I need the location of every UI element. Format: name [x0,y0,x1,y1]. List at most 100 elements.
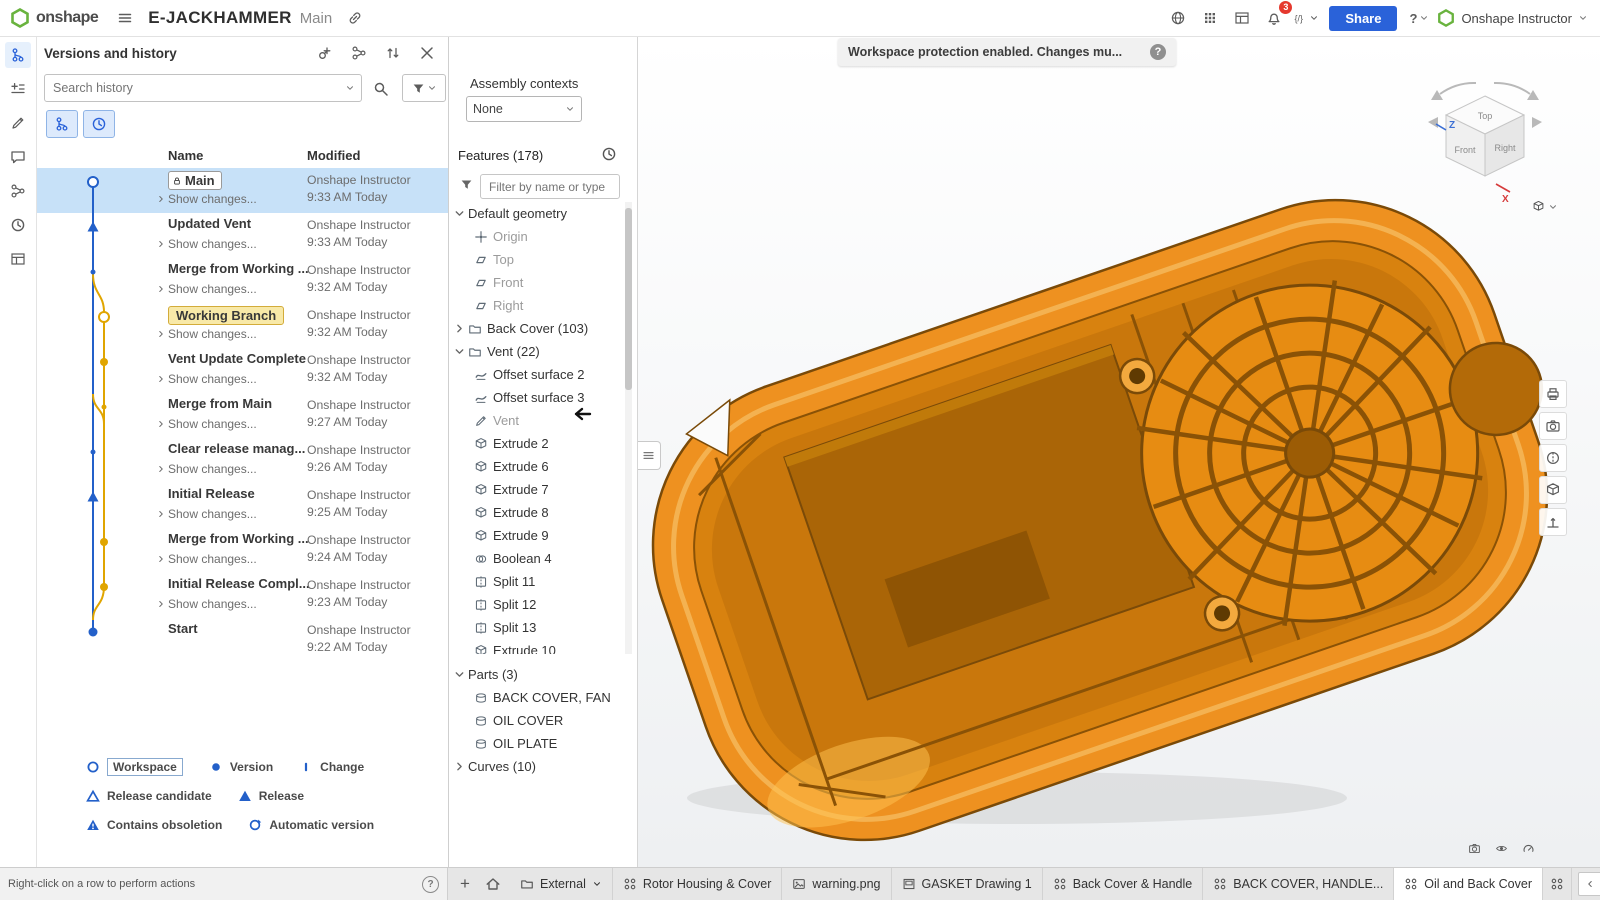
version-row[interactable]: Initial Release Compl...Show changes...O… [36,573,448,618]
app-grid-icon[interactable] [1197,5,1223,31]
user-menu-caret-icon[interactable] [1578,13,1588,23]
search-button[interactable] [368,76,394,102]
feature-item[interactable]: Extrude 10 [448,639,624,654]
eye-icon[interactable] [1491,838,1511,858]
create-branch-icon[interactable] [346,40,372,66]
view-cube-menu-button[interactable] [1532,200,1558,213]
feature-item[interactable]: Offset surface 2 [448,363,624,386]
feature-item[interactable]: Extrude 6 [448,455,624,478]
feature-item[interactable]: Top [448,248,624,271]
graphics-viewport[interactable]: Workspace protection enabled. Changes mu… [637,36,1600,868]
feature-item[interactable]: Extrude 9 [448,524,624,547]
show-auto-versions-toggle[interactable] [83,110,115,138]
overflow-tab[interactable] [1543,868,1572,900]
edit-icon[interactable] [5,110,31,136]
featurescript-icon[interactable] [1293,5,1319,31]
feature-item[interactable]: Offset surface 3 [448,386,624,409]
create-version-icon[interactable] [312,40,338,66]
tab-gasket-drawing-1[interactable]: GASKET Drawing 1 [892,868,1043,900]
feature-item[interactable]: Extrude 7 [448,478,624,501]
tab-warning-png[interactable]: warning.png [782,868,891,900]
version-row[interactable]: StartOnshape Instructor9:22 AM Today [36,618,448,663]
version-row[interactable]: Vent Update CompleteShow changes...Onsha… [36,348,448,393]
show-changes-link[interactable]: Show changes... [156,327,257,341]
version-row[interactable]: Clear release manag...Show changes...Ons… [36,438,448,483]
assembly-context-select[interactable]: None [466,96,582,122]
show-changes-link[interactable]: Show changes... [156,597,257,611]
show-branches-toggle[interactable] [46,110,78,138]
status-help-icon[interactable]: ? [422,876,439,893]
insert-new-item-icon[interactable] [5,76,31,102]
version-row[interactable]: Initial ReleaseShow changes...Onshape In… [36,483,448,528]
search-history-input[interactable] [51,80,345,96]
copy-link-icon[interactable] [342,5,368,31]
search-dropdown-caret-icon[interactable] [345,83,355,93]
user-name[interactable]: Onshape Instructor [1461,11,1572,26]
isometric-view-icon[interactable] [1539,476,1567,504]
new-tab-button[interactable]: + [452,871,478,897]
feature-item[interactable]: Right [448,294,624,317]
tabs-scroll-left-button[interactable] [1578,872,1600,896]
print-3d-icon[interactable] [1539,380,1567,408]
feature-item[interactable]: Split 13 [448,616,624,639]
feature-item[interactable]: Vent (22) [448,340,624,363]
learning-center-icon[interactable] [1165,5,1191,31]
view-cube[interactable]: Top Front Right Z X [1410,78,1560,218]
search-history-field[interactable] [44,74,362,102]
camera-icon[interactable] [1464,838,1484,858]
gauge-icon[interactable] [1518,838,1538,858]
tab-rotor-housing-cover[interactable]: Rotor Housing & Cover [613,868,783,900]
history-icon[interactable] [5,212,31,238]
versions-history-icon[interactable] [5,42,31,68]
home-tab-button[interactable] [480,871,506,897]
part-item[interactable]: OIL PLATE [448,732,628,755]
scrollbar-thumb[interactable] [625,208,632,390]
feature-tree-scrollbar[interactable] [625,202,632,654]
feature-item[interactable]: Boolean 4 [448,547,624,570]
tab-back-cover-handle-[interactable]: BACK COVER, HANDLE... [1203,868,1394,900]
feature-item[interactable]: Split 11 [448,570,624,593]
version-row[interactable]: Merge from MainShow changes...Onshape In… [36,393,448,438]
version-row[interactable]: MainShow changes...Onshape Instructor9:3… [36,168,448,213]
named-views-icon[interactable] [1539,412,1567,440]
rollback-clock-icon[interactable] [601,146,617,162]
section-view-icon[interactable] [1539,444,1567,472]
feature-item[interactable]: Split 12 [448,593,624,616]
mate-connector-icon[interactable] [1539,508,1567,536]
version-row[interactable]: Working BranchShow changes...Onshape Ins… [36,303,448,348]
curves-header[interactable]: Curves (10) [448,755,628,778]
branch-graph-icon[interactable] [5,178,31,204]
feature-item[interactable]: Back Cover (103) [448,317,624,340]
version-row[interactable]: Merge from Working ...Show changes...Ons… [36,258,448,303]
tab-back-cover-handle[interactable]: Back Cover & Handle [1043,868,1204,900]
feature-item[interactable]: Default geometry [448,202,624,225]
show-changes-link[interactable]: Show changes... [156,282,257,296]
filter-button[interactable] [402,74,446,102]
panel-resize-handle[interactable] [637,441,661,470]
feature-filter-input[interactable] [487,179,613,195]
feature-item[interactable]: Extrude 2 [448,432,624,455]
comments-icon[interactable] [5,144,31,170]
show-changes-link[interactable]: Show changes... [156,507,257,521]
main-menu-button[interactable] [112,5,138,31]
feature-item[interactable]: Front [448,271,624,294]
compare-versions-icon[interactable] [380,40,406,66]
version-row[interactable]: Merge from Working ...Show changes...Ons… [36,528,448,573]
release-notes-icon[interactable] [1229,5,1255,31]
tab-external[interactable]: External [510,868,613,900]
show-changes-link[interactable]: Show changes... [156,192,257,206]
feature-filter-field[interactable] [480,174,620,199]
notifications-bell-icon[interactable]: 3 [1261,5,1287,31]
show-changes-link[interactable]: Show changes... [156,372,257,386]
feature-item[interactable]: Extrude 8 [448,501,624,524]
banner-help-icon[interactable]: ? [1150,44,1166,60]
show-changes-link[interactable]: Show changes... [156,462,257,476]
show-changes-link[interactable]: Show changes... [156,552,257,566]
tables-icon[interactable] [5,246,31,272]
help-menu-button[interactable]: ? [1407,5,1431,31]
close-panel-icon[interactable] [414,40,440,66]
feature-item[interactable]: Vent [448,409,624,432]
feature-item[interactable]: Origin [448,225,624,248]
part-item[interactable]: OIL COVER [448,709,628,732]
show-changes-link[interactable]: Show changes... [156,237,257,251]
